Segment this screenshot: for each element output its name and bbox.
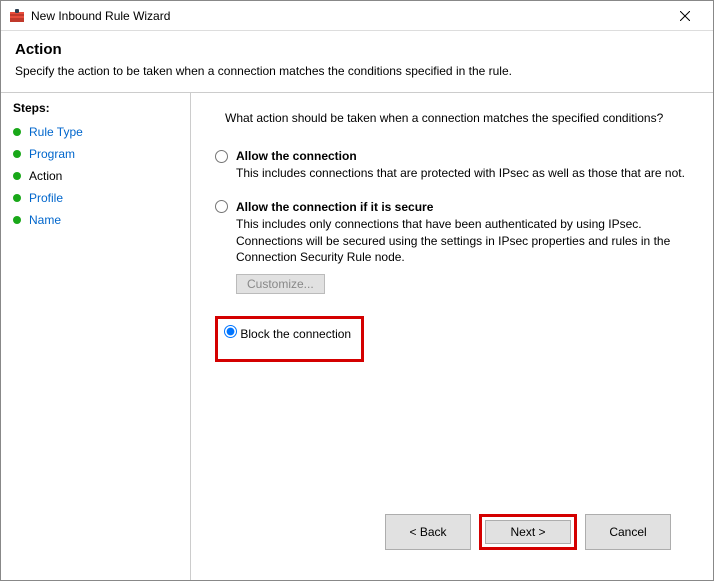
wizard-window: New Inbound Rule Wizard Action Specify t…: [0, 0, 714, 581]
steps-label: Steps:: [13, 101, 178, 115]
bullet-icon: [13, 150, 21, 158]
titlebar: New Inbound Rule Wizard: [1, 1, 713, 31]
footer-buttons: < Back Next > Cancel: [215, 514, 689, 568]
firewall-icon: [9, 8, 25, 24]
customize-button: Customize...: [236, 274, 325, 294]
option-allow-label: Allow the connection: [236, 149, 357, 163]
step-link[interactable]: Name: [29, 213, 61, 227]
step-link[interactable]: Program: [29, 147, 75, 161]
step-rule-type[interactable]: Rule Type: [13, 121, 178, 143]
option-secure-desc: This includes only connections that have…: [236, 216, 689, 266]
option-secure-row[interactable]: Allow the connection if it is secure: [215, 200, 689, 214]
step-link[interactable]: Profile: [29, 191, 63, 205]
step-name[interactable]: Name: [13, 209, 178, 231]
bullet-icon: [13, 128, 21, 136]
cancel-button[interactable]: Cancel: [585, 514, 671, 550]
content-panel: What action should be taken when a conne…: [191, 93, 713, 580]
option-secure-label: Allow the connection if it is secure: [236, 200, 433, 214]
steps-sidebar: Steps: Rule Type Program Action Profile …: [1, 93, 191, 580]
step-label: Action: [29, 169, 62, 183]
step-profile[interactable]: Profile: [13, 187, 178, 209]
step-program[interactable]: Program: [13, 143, 178, 165]
step-action[interactable]: Action: [13, 165, 178, 187]
bullet-icon: [13, 216, 21, 224]
option-allow-row[interactable]: Allow the connection: [215, 149, 689, 163]
body: Steps: Rule Type Program Action Profile …: [1, 93, 713, 580]
header: Action Specify the action to be taken wh…: [1, 31, 713, 92]
bullet-icon: [13, 172, 21, 180]
window-title: New Inbound Rule Wizard: [31, 9, 665, 23]
close-button[interactable]: [665, 2, 705, 30]
option-secure: Allow the connection if it is secure Thi…: [215, 200, 689, 294]
page-subtitle: Specify the action to be taken when a co…: [15, 64, 699, 78]
radio-block[interactable]: [224, 325, 237, 338]
back-button[interactable]: < Back: [385, 514, 471, 550]
option-block-label: Block the connection: [240, 327, 351, 341]
radio-secure[interactable]: [215, 200, 228, 213]
option-block-highlight: Block the connection: [215, 312, 689, 362]
next-highlight: Next >: [479, 514, 577, 550]
radio-allow[interactable]: [215, 150, 228, 163]
highlight-box: Block the connection: [215, 316, 364, 362]
option-allow: Allow the connection This includes conne…: [215, 149, 689, 182]
option-allow-desc: This includes connections that are prote…: [236, 165, 689, 182]
question-text: What action should be taken when a conne…: [225, 111, 689, 125]
page-title: Action: [15, 41, 699, 58]
bullet-icon: [13, 194, 21, 202]
next-button[interactable]: Next >: [485, 520, 571, 544]
step-link[interactable]: Rule Type: [29, 125, 83, 139]
option-block-row[interactable]: Block the connection: [224, 327, 351, 341]
